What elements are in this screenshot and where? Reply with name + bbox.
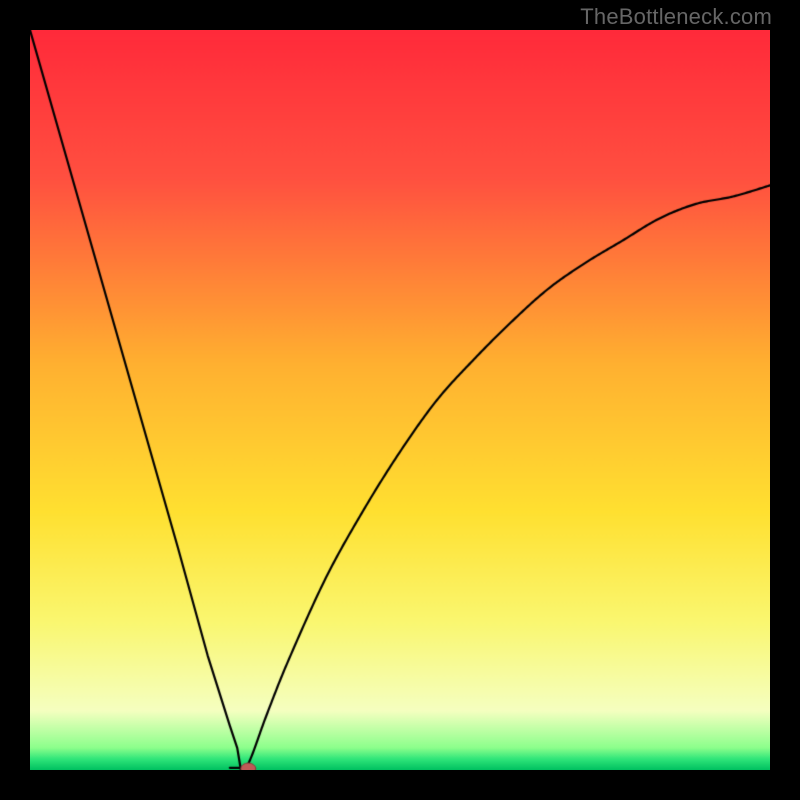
chart-frame: TheBottleneck.com [0,0,800,800]
watermark-text: TheBottleneck.com [580,4,772,30]
plot-area [30,30,770,770]
gradient-background [30,30,770,770]
